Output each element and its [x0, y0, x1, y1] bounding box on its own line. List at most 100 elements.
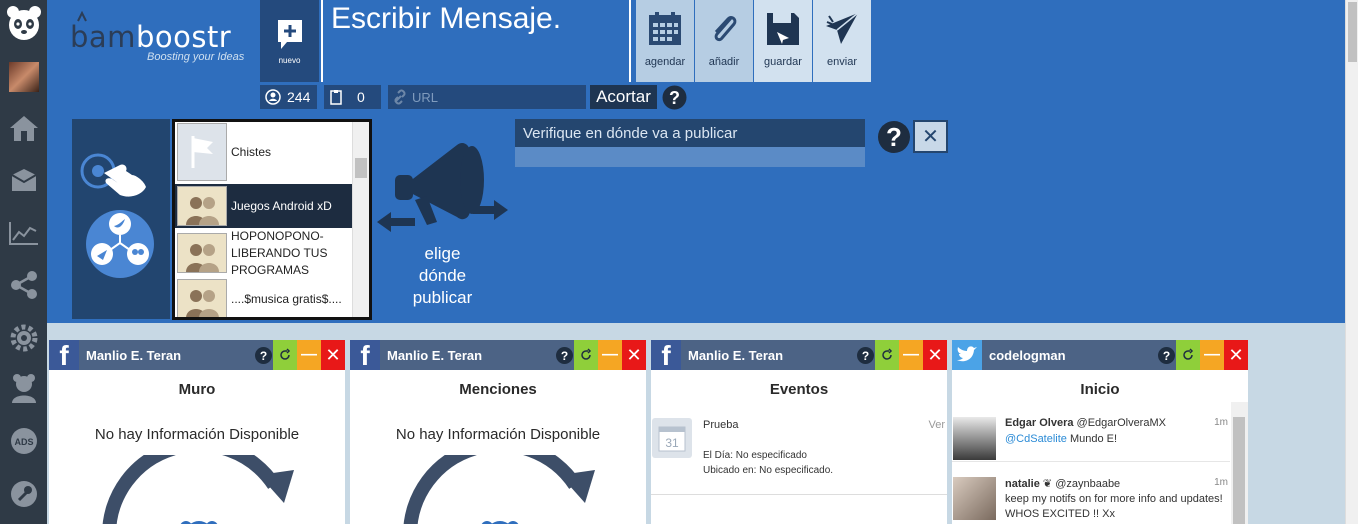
refresh-icon[interactable] — [273, 340, 297, 370]
link-icon — [394, 89, 406, 105]
event-date: El Día: No especificado — [703, 450, 807, 461]
ads-icon[interactable]: ADS — [0, 421, 47, 461]
column-header: f Manlio E. Teran ? — ✕ — [49, 340, 345, 370]
tweet-author[interactable]: Edgar Olvera — [1005, 417, 1073, 429]
empty-message: No hay Información Disponible — [395, 426, 601, 443]
column-header: f Manlio E. Teran ? — ✕ — [350, 340, 646, 370]
view-event-link[interactable]: Ver — [928, 419, 945, 431]
share-icon[interactable] — [0, 265, 47, 305]
refresh-icon[interactable] — [1176, 340, 1200, 370]
tweet-mention-link[interactable]: @CdSatelite — [1005, 433, 1067, 445]
close-icon[interactable]: ✕ — [1224, 340, 1248, 370]
settings-icon[interactable] — [0, 318, 47, 358]
page-item[interactable]: Chistes — [175, 122, 353, 182]
wrench-icon[interactable] — [0, 474, 47, 514]
inbox-icon[interactable] — [0, 160, 47, 200]
minimize-icon[interactable]: — — [598, 340, 622, 370]
schedule-button[interactable]: agendar — [636, 0, 694, 82]
facebook-icon: f — [651, 340, 681, 370]
page-label: HOPONOPONO- LIBERANDO TUS PROGRAMAS — [231, 228, 328, 277]
avatar[interactable] — [953, 477, 996, 520]
minimize-icon[interactable]: — — [1200, 340, 1224, 370]
page-list[interactable]: Chistes Juegos Android xD HOPONOPONO- LI… — [172, 119, 372, 320]
minimize-icon[interactable]: — — [297, 340, 321, 370]
choose-line: dónde — [418, 266, 467, 285]
page-item[interactable]: HOPONOPONO- LIBERANDO TUS PROGRAMAS — [175, 228, 353, 277]
column-header: codelogman ? — ✕ — [952, 340, 1248, 370]
tweet-text: keep my notifs on for more info and upda… — [1005, 493, 1223, 520]
tweet-handle[interactable]: @zaynbaabe — [1055, 478, 1120, 490]
hand-pointer-icon — [104, 164, 146, 197]
twitter-icon — [952, 340, 982, 370]
calendar-day: 31 — [665, 436, 679, 450]
account-name: codelogman — [989, 348, 1066, 363]
megaphone-icon — [375, 130, 510, 240]
save-label: guardar — [764, 56, 802, 68]
event-location: Ubicado en: No especificado. — [703, 465, 834, 476]
page-item-selected[interactable]: Juegos Android xD — [175, 184, 353, 228]
home-icon[interactable] — [0, 108, 47, 148]
tweet-time: 1m — [1214, 477, 1228, 488]
new-message-icon — [277, 19, 302, 49]
send-label: enviar — [827, 56, 857, 68]
profile-photo[interactable] — [0, 57, 47, 97]
verify-message: Verifique en dónde va a publicar — [515, 119, 865, 147]
page-label: Juegos Android xD — [231, 198, 332, 213]
shorten-button[interactable]: Acortar — [590, 85, 657, 109]
help-icon[interactable]: ? — [662, 85, 687, 115]
tweet-handle[interactable]: @EdgarOlveraMX — [1077, 417, 1166, 429]
logo-name-part2: boostr — [135, 20, 232, 54]
close-icon[interactable]: ✕ — [923, 340, 947, 370]
page-list-scrollbar[interactable] — [352, 122, 369, 317]
user-icon[interactable] — [0, 368, 47, 408]
avatar[interactable] — [953, 417, 996, 460]
save-button[interactable]: guardar — [754, 0, 812, 82]
empty-message: No hay Información Disponible — [94, 426, 300, 443]
message-editor[interactable]: Escribir Mensaje. — [321, 0, 631, 82]
group-avatar-icon — [177, 186, 227, 226]
target-selector[interactable] — [72, 119, 170, 319]
url-input[interactable]: URL — [388, 85, 586, 109]
new-message-button[interactable]: nuevo — [260, 0, 319, 82]
help-icon[interactable]: ? — [857, 347, 874, 364]
svg-text:?: ? — [669, 88, 680, 108]
group-avatar-icon — [177, 279, 227, 317]
followers-counter: 244 — [260, 85, 317, 109]
facebook-icon: f — [350, 340, 380, 370]
schedule-label: agendar — [644, 56, 686, 68]
tweet-item[interactable]: natalie ❦ @zaynbaabe 1m keep my notifs o… — [952, 474, 1230, 524]
column-scrollbar[interactable] — [1231, 402, 1248, 524]
attach-button[interactable]: añadir — [695, 0, 753, 82]
help-icon[interactable]: ? — [877, 120, 911, 159]
tweet-author[interactable]: natalie ❦ — [1005, 478, 1052, 490]
close-icon[interactable]: ✕ — [622, 340, 646, 370]
refresh-icon[interactable] — [574, 340, 598, 370]
message-placeholder: Escribir Mensaje. — [331, 2, 562, 35]
stats-icon[interactable] — [0, 213, 47, 253]
tweet-item[interactable]: Edgar Olvera @EdgarOlveraMX 1m @CdSateli… — [952, 414, 1230, 462]
event-item[interactable]: 31 Prueba Ver El Día: No especificado Ub… — [651, 417, 947, 495]
page-label: Chistes — [231, 144, 272, 159]
page-scrollbar[interactable] — [1345, 0, 1358, 524]
refresh-icon[interactable] — [875, 340, 899, 370]
panda-icon[interactable] — [0, 3, 47, 43]
close-icon[interactable]: ✕ — [913, 120, 948, 153]
choose-line: publicar — [412, 288, 473, 307]
account-name: Manlio E. Teran — [387, 348, 483, 363]
send-button[interactable]: enviar — [813, 0, 871, 82]
feed-column: f Manlio E. Teran ? — ✕ Menciones No hay… — [350, 340, 646, 524]
paper-plane-icon — [826, 12, 859, 44]
event-name: Prueba — [703, 419, 739, 431]
calendar-icon — [649, 12, 681, 45]
flag-icon — [177, 123, 227, 181]
close-icon[interactable]: ✕ — [321, 340, 345, 370]
page-item[interactable]: ....$musica gratis$.... — [175, 277, 353, 317]
column-title: Muro — [178, 381, 216, 398]
bamboostr-logo: bamboostr Boosting your Ideas — [70, 8, 258, 68]
minimize-icon[interactable]: — — [899, 340, 923, 370]
help-icon[interactable]: ? — [556, 347, 573, 364]
help-icon[interactable]: ? — [1158, 347, 1175, 364]
help-icon[interactable]: ? — [255, 347, 272, 364]
account-name: Manlio E. Teran — [688, 348, 784, 363]
calendar-icon: 31 — [652, 418, 692, 458]
